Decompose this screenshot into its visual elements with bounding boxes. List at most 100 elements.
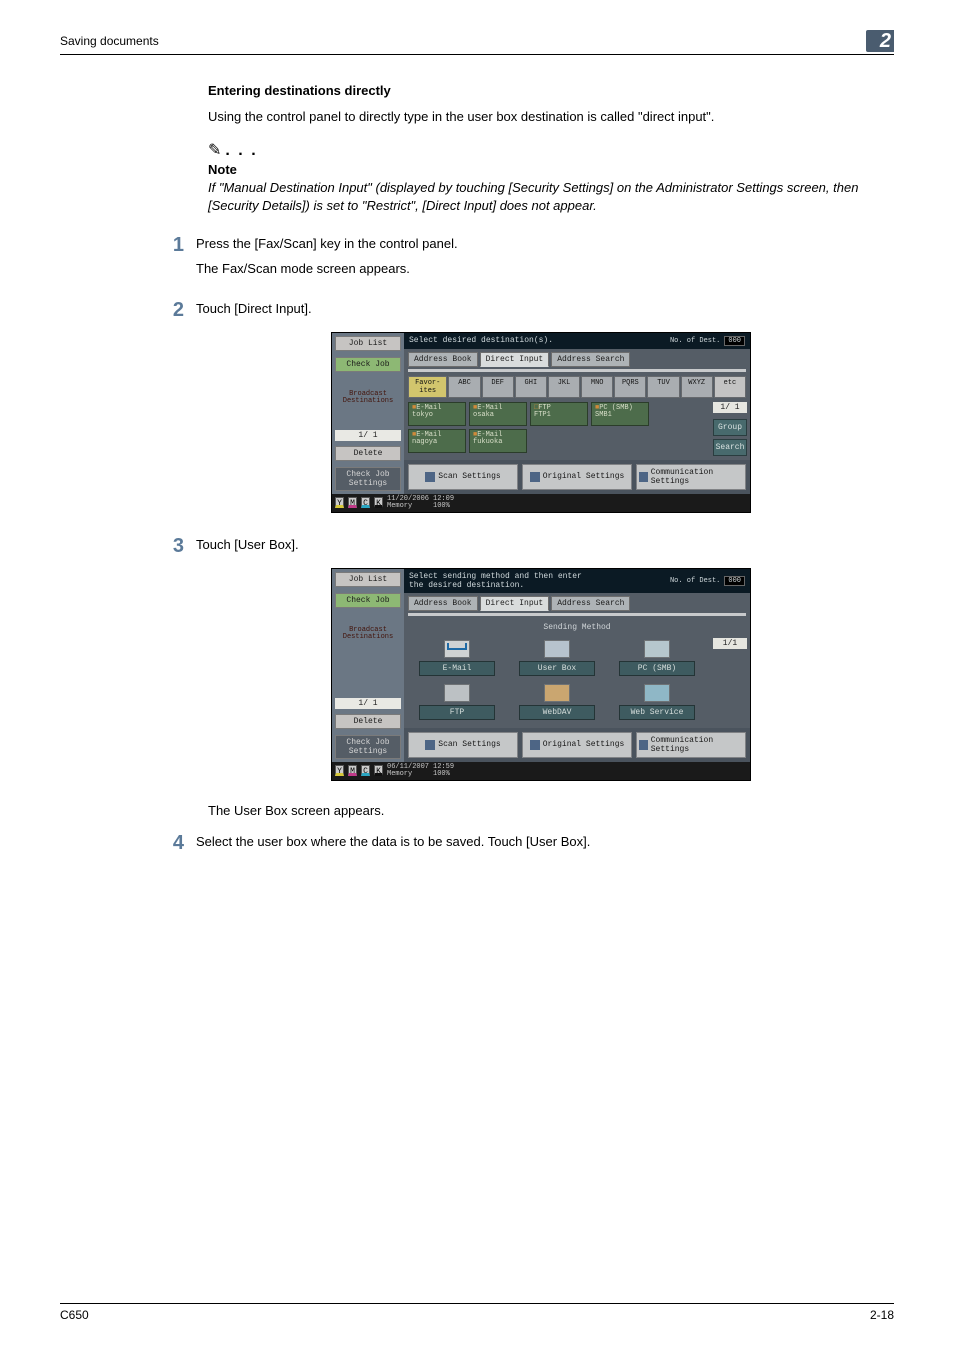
sending-method-title: Sending Method xyxy=(404,620,750,634)
step-1-text: Press the [Fax/Scan] key in the control … xyxy=(196,236,458,251)
method-webservice[interactable]: Web Service xyxy=(619,705,695,720)
step-number-1: 1 xyxy=(156,234,196,257)
job-list-button[interactable]: Job List xyxy=(335,572,401,587)
dest-count: 000 xyxy=(724,336,745,346)
note-label: Note xyxy=(208,162,874,177)
etc-key[interactable]: etc xyxy=(714,376,746,398)
tab-address-search[interactable]: Address Search xyxy=(551,352,630,367)
comm-icon xyxy=(639,472,648,482)
tab-direct-input[interactable]: Direct Input xyxy=(480,352,550,367)
step-number-3: 3 xyxy=(156,535,196,558)
original-settings-button[interactable]: Original Settings xyxy=(522,732,632,758)
communication-settings-button[interactable]: Communication Settings xyxy=(636,732,746,758)
original-icon xyxy=(530,472,540,482)
search-button[interactable]: Search xyxy=(713,439,747,456)
footer-model: C650 xyxy=(60,1308,89,1322)
method-webdav[interactable]: WebDAV xyxy=(519,705,595,720)
step-4-text: Select the user box where the data is to… xyxy=(196,834,590,849)
toner-m-icon: M xyxy=(348,497,357,508)
note-text: If "Manual Destination Input" (displayed… xyxy=(208,179,874,215)
status-date: 06/11/2007Memory xyxy=(387,764,429,778)
destination-card[interactable]: ■E-Mailfukuoka xyxy=(469,429,527,453)
status-date: 11/20/2006Memory xyxy=(387,496,429,510)
toner-k-icon: K xyxy=(374,765,383,776)
screenshot-sending-method: Job List Check Job Broadcast Destination… xyxy=(331,568,751,781)
webservice-icon xyxy=(644,684,670,702)
chapter-number: 2 xyxy=(866,30,894,52)
toner-c-icon: C xyxy=(361,497,370,508)
check-job-button[interactable]: Check Job xyxy=(335,357,401,372)
comm-icon xyxy=(639,740,648,750)
favorites-key[interactable]: Favor- ites xyxy=(408,376,447,398)
destination-card[interactable]: □FTPFTP1 xyxy=(530,402,588,426)
destination-card[interactable]: ■E-Mailnagoya xyxy=(408,429,466,453)
broadcast-label: Broadcast Destinations xyxy=(332,391,404,405)
pcsmb-icon xyxy=(644,640,670,658)
method-email[interactable]: E-Mail xyxy=(419,661,495,676)
communication-settings-button[interactable]: Communication Settings xyxy=(636,464,746,490)
scan-settings-button[interactable]: Scan Settings xyxy=(408,464,518,490)
side-page-indicator: 1/ 1 xyxy=(335,430,401,441)
toner-k-icon: K xyxy=(374,497,383,508)
note-icon: ✎ xyxy=(208,140,221,160)
tab-address-search[interactable]: Address Search xyxy=(551,596,630,611)
note-dots-icon: . . . xyxy=(225,142,257,160)
ftp-icon xyxy=(444,684,470,702)
footer-page: 2-18 xyxy=(870,1308,894,1322)
userbox-icon xyxy=(544,640,570,658)
destination-card[interactable]: ■E-Mailosaka xyxy=(469,402,527,426)
toner-y-icon: Y xyxy=(335,497,344,508)
method-ftp[interactable]: FTP xyxy=(419,705,495,720)
check-job-settings-button[interactable]: Check Job Settings xyxy=(335,735,401,759)
scan-icon xyxy=(425,472,435,482)
delete-button[interactable]: Delete xyxy=(335,446,401,461)
toner-y-icon: Y xyxy=(335,765,344,776)
step-3-sub: The User Box screen appears. xyxy=(208,803,874,818)
scan-settings-button[interactable]: Scan Settings xyxy=(408,732,518,758)
intro-paragraph: Using the control panel to directly type… xyxy=(208,108,874,126)
side-page-indicator: 1/ 1 xyxy=(335,698,401,709)
method-userbox[interactable]: User Box xyxy=(519,661,595,676)
letter-key[interactable]: JKL xyxy=(548,376,580,398)
page-indicator: 1/ 1 xyxy=(713,402,747,413)
status-time: 12:09100% xyxy=(433,496,454,510)
running-header: Saving documents xyxy=(60,34,159,48)
step-number-2: 2 xyxy=(156,299,196,322)
email-icon xyxy=(444,640,470,658)
letter-key[interactable]: ABC xyxy=(448,376,480,398)
destination-card[interactable]: ■PC (SMB)SMB1 xyxy=(591,402,649,426)
destination-card[interactable]: ■E-Mailtokyo xyxy=(408,402,466,426)
original-icon xyxy=(530,740,540,750)
check-job-settings-button[interactable]: Check Job Settings xyxy=(335,467,401,491)
group-button[interactable]: Group xyxy=(713,419,747,436)
original-settings-button[interactable]: Original Settings xyxy=(522,464,632,490)
tab-direct-input[interactable]: Direct Input xyxy=(480,596,550,611)
webdav-icon xyxy=(544,684,570,702)
letter-key[interactable]: MNO xyxy=(581,376,613,398)
check-job-button[interactable]: Check Job xyxy=(335,593,401,608)
dest-label: No. of Dest. xyxy=(670,577,720,585)
step-3-text: Touch [User Box]. xyxy=(196,537,299,552)
screenshot-direct-input: Job List Check Job Broadcast Destination… xyxy=(331,332,751,513)
method-pcsmb[interactable]: PC (SMB) xyxy=(619,661,695,676)
step-2-text: Touch [Direct Input]. xyxy=(196,301,312,316)
job-list-button[interactable]: Job List xyxy=(335,336,401,351)
step-1-sub: The Fax/Scan mode screen appears. xyxy=(196,259,874,279)
toner-c-icon: C xyxy=(361,765,370,776)
tab-address-book[interactable]: Address Book xyxy=(408,352,478,367)
subheading: Entering destinations directly xyxy=(208,83,874,98)
screen-title: Select sending method and then enter the… xyxy=(409,572,582,590)
toner-m-icon: M xyxy=(348,765,357,776)
page-indicator: 1/1 xyxy=(713,638,747,649)
letter-key[interactable]: DEF xyxy=(482,376,514,398)
letter-key[interactable]: PQRS xyxy=(614,376,646,398)
delete-button[interactable]: Delete xyxy=(335,714,401,729)
letter-key[interactable]: WXYZ xyxy=(681,376,713,398)
dest-label: No. of Dest. xyxy=(670,337,720,345)
tab-address-book[interactable]: Address Book xyxy=(408,596,478,611)
scan-icon xyxy=(425,740,435,750)
step-number-4: 4 xyxy=(156,832,196,855)
broadcast-label: Broadcast Destinations xyxy=(332,627,404,641)
letter-key[interactable]: GHI xyxy=(515,376,547,398)
letter-key[interactable]: TUV xyxy=(647,376,679,398)
